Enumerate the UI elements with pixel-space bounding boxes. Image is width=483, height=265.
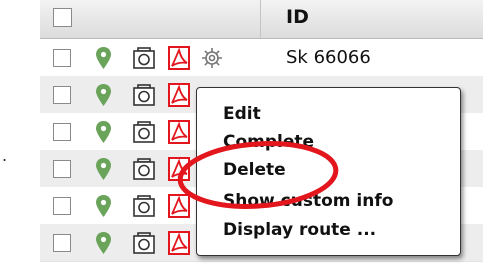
- map-pin-icon[interactable]: [96, 84, 111, 106]
- id-column-header[interactable]: ID: [286, 6, 309, 28]
- pdf-icon[interactable]: [168, 157, 190, 181]
- map-pin-icon[interactable]: [96, 47, 111, 69]
- pdf-icon[interactable]: [168, 83, 190, 107]
- map-pin-icon[interactable]: [96, 232, 111, 254]
- menu-item-show-custom-info[interactable]: Show custom info: [223, 191, 393, 211]
- menu-item-display-route[interactable]: Display route ...: [223, 220, 376, 240]
- map-pin-icon[interactable]: [96, 121, 111, 143]
- select-all-checkbox[interactable]: [53, 8, 72, 27]
- row-id: Sk 66066: [286, 47, 371, 68]
- row-checkbox[interactable]: [53, 160, 71, 178]
- menu-item-edit[interactable]: Edit: [223, 104, 261, 124]
- table-row: Sk 66066: [40, 39, 483, 77]
- map-pin-icon[interactable]: [96, 195, 111, 217]
- menu-item-delete[interactable]: Delete: [223, 160, 286, 180]
- row-checkbox[interactable]: [53, 197, 71, 215]
- row-checkbox[interactable]: [53, 123, 71, 141]
- map-pin-icon[interactable]: [96, 158, 111, 180]
- column-divider: [260, 0, 261, 38]
- camera-icon[interactable]: [133, 121, 155, 143]
- gear-icon[interactable]: [201, 47, 223, 69]
- pdf-icon[interactable]: [168, 194, 190, 218]
- table-header: ID: [40, 0, 483, 39]
- camera-icon[interactable]: [133, 195, 155, 217]
- row-checkbox[interactable]: [53, 86, 71, 104]
- camera-icon[interactable]: [133, 84, 155, 106]
- pdf-icon[interactable]: [168, 231, 190, 255]
- menu-item-complete[interactable]: Complete: [223, 132, 314, 152]
- stray-text: .: [2, 146, 8, 165]
- camera-icon[interactable]: [133, 158, 155, 180]
- camera-icon[interactable]: [133, 232, 155, 254]
- row-checkbox[interactable]: [53, 49, 71, 67]
- pdf-icon[interactable]: [168, 120, 190, 144]
- row-checkbox[interactable]: [53, 234, 71, 252]
- context-menu: Edit Complete Delete Show custom info Di…: [196, 87, 461, 256]
- camera-icon[interactable]: [133, 47, 155, 69]
- pdf-icon[interactable]: [168, 46, 190, 70]
